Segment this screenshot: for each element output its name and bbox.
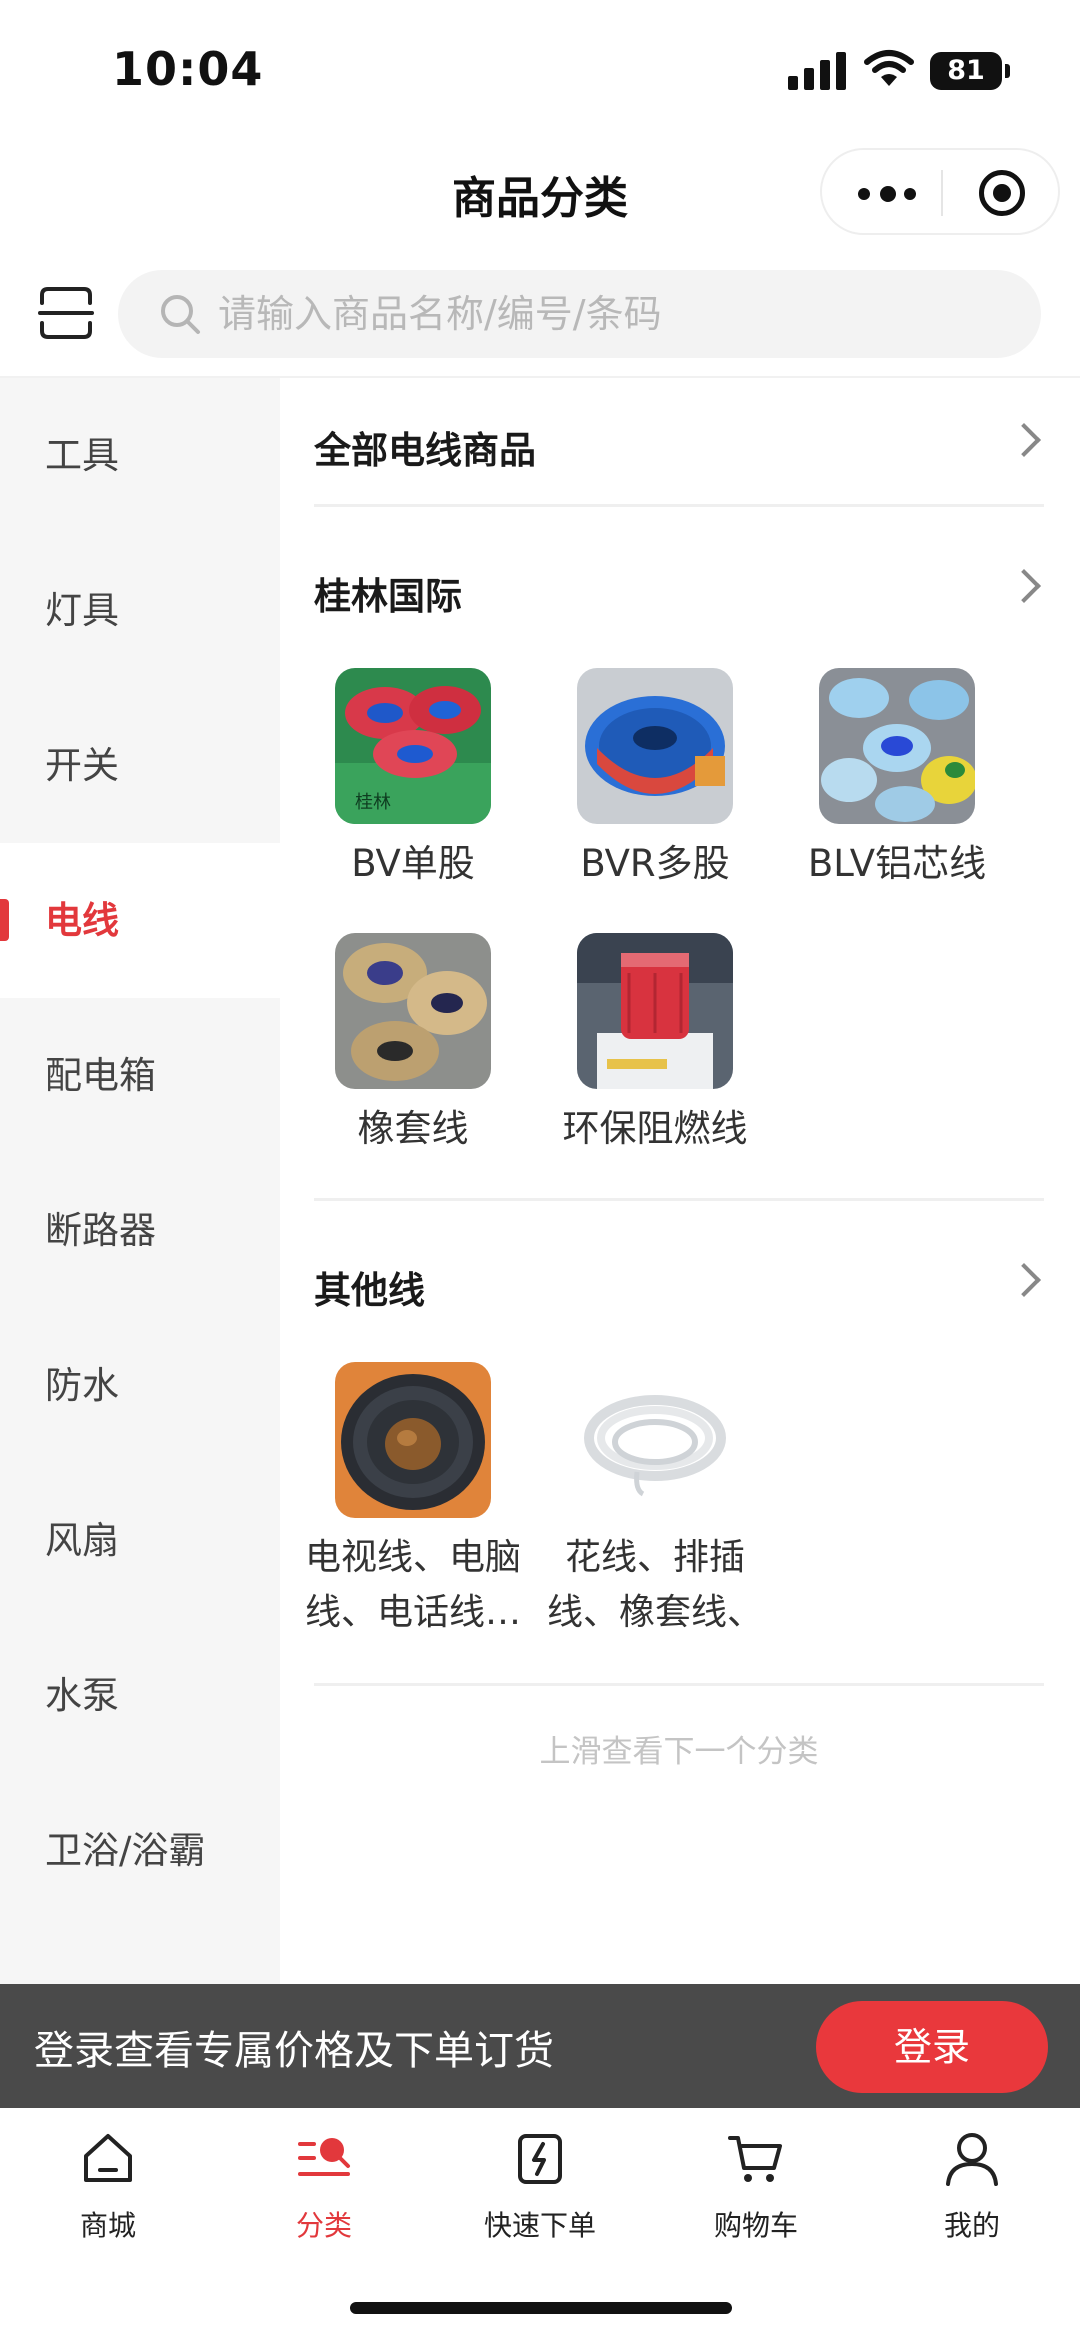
quick-order-icon (518, 2134, 562, 2184)
status-time: 10:04 (112, 42, 264, 96)
all-wires-label: 全部电线商品 (314, 429, 536, 472)
tab-home[interactable]: 商城 (0, 2128, 216, 2248)
section-header-guilin[interactable]: 桂林国际 (314, 560, 1044, 620)
more-icon[interactable] (858, 176, 918, 212)
product-image (335, 1362, 491, 1518)
divider (314, 504, 1044, 507)
product-image (819, 668, 975, 824)
home-icon (84, 2134, 132, 2182)
sidebar-item-bathroom[interactable]: 卫浴/浴霸 (0, 1773, 280, 1928)
product-bv-single[interactable]: 桂林 BV单股 (292, 668, 534, 892)
tab-cart[interactable]: 购物车 (648, 2128, 864, 2248)
product-image (335, 933, 491, 1089)
close-target-icon[interactable] (979, 170, 1025, 216)
tab-label: 我的 (943, 2209, 1000, 2242)
product-name: BVR多股 (580, 842, 730, 885)
sidebar-item-water-pump[interactable]: 水泵 (0, 1618, 280, 1773)
category-icon (298, 2138, 350, 2176)
category-sidebar: 工具 灯具 开关 电线 配电箱 断路器 防水 风扇 水泵 卫浴/浴霸 (0, 378, 280, 1984)
product-blv-aluminum[interactable]: BLV铝芯线 (776, 668, 1018, 892)
product-name: 橡套线 (357, 1107, 469, 1150)
login-prompt-bar: 登录查看专属价格及下单订货 登录 (0, 1984, 1080, 2108)
sidebar-item-wires[interactable]: 电线 (0, 843, 280, 998)
product-image (577, 933, 733, 1089)
divider (314, 1683, 1044, 1686)
product-image: 桂林 (335, 668, 491, 824)
user-icon (946, 2133, 998, 2186)
sidebar-item-circuit-breaker[interactable]: 断路器 (0, 1153, 280, 1308)
nav-header: 商品分类 (0, 135, 1080, 250)
capsule-divider (941, 170, 943, 216)
login-button[interactable]: 登录 (816, 2001, 1048, 2093)
cart-icon (728, 2136, 782, 2182)
scan-icon[interactable] (38, 285, 94, 341)
product-tv-computer-phone-wire[interactable]: 电视线、电脑线、电话线… (292, 1362, 534, 1640)
all-wires-link[interactable]: 全部电线商品 (314, 414, 1044, 474)
product-name: 环保阻燃线 (562, 1107, 748, 1150)
category-content: 全部电线商品 桂林国际 桂林 BV单股 BVR多股 BLV铝芯线 橡套线 环保阻… (280, 378, 1080, 1984)
search-bar[interactable] (118, 270, 1041, 358)
product-image (577, 668, 733, 824)
tab-category[interactable]: 分类 (216, 2128, 432, 2248)
tab-profile[interactable]: 我的 (864, 2128, 1080, 2248)
section-header-other-wires[interactable]: 其他线 (314, 1254, 1044, 1314)
svg-text:桂林: 桂林 (355, 792, 391, 813)
mini-program-capsule (820, 148, 1060, 235)
section-title: 桂林国际 (314, 575, 462, 618)
chevron-right-icon (1007, 1263, 1041, 1297)
chevron-right-icon (1007, 569, 1041, 603)
product-power-strip-wire[interactable]: 花线、排插线、橡套线、 (534, 1362, 776, 1640)
product-name: BV单股 (351, 842, 475, 885)
tab-label: 分类 (295, 2209, 352, 2242)
scroll-hint: 上滑查看下一个分类 (539, 1734, 819, 1770)
status-bar: 10:04 81 (0, 0, 1080, 135)
login-prompt-text: 登录查看专属价格及下单订货 (34, 2028, 554, 2074)
tab-label: 商城 (79, 2209, 136, 2242)
chevron-right-icon (1007, 423, 1041, 457)
product-name: BLV铝芯线 (807, 842, 987, 885)
wifi-icon (864, 50, 914, 86)
tab-label: 快速下单 (483, 2209, 596, 2242)
sidebar-item-distribution-box[interactable]: 配电箱 (0, 998, 280, 1153)
sidebar-item-waterproof[interactable]: 防水 (0, 1308, 280, 1463)
product-bvr-multi[interactable]: BVR多股 (534, 668, 776, 892)
product-flame-retardant[interactable]: 环保阻燃线 (534, 933, 776, 1157)
search-input[interactable] (218, 270, 1008, 358)
search-icon (161, 295, 200, 334)
product-name: 电视线、电脑线、电话线… (304, 1537, 521, 1633)
battery-icon: 81 (930, 52, 1010, 90)
home-indicator (350, 2302, 732, 2314)
tab-label: 购物车 (713, 2209, 798, 2242)
product-name: 花线、排插线、橡套线、 (546, 1537, 763, 1633)
sidebar-item-lamps[interactable]: 灯具 (0, 533, 280, 688)
tab-quick-order[interactable]: 快速下单 (432, 2128, 648, 2248)
sidebar-item-switches[interactable]: 开关 (0, 688, 280, 843)
signal-icon (788, 50, 846, 90)
section-title: 其他线 (314, 1269, 425, 1312)
sidebar-item-fans[interactable]: 风扇 (0, 1463, 280, 1618)
product-image (577, 1362, 733, 1518)
sidebar-item-tools[interactable]: 工具 (0, 378, 280, 533)
product-rubber-wire[interactable]: 橡套线 (292, 933, 534, 1157)
divider (314, 1198, 1044, 1201)
